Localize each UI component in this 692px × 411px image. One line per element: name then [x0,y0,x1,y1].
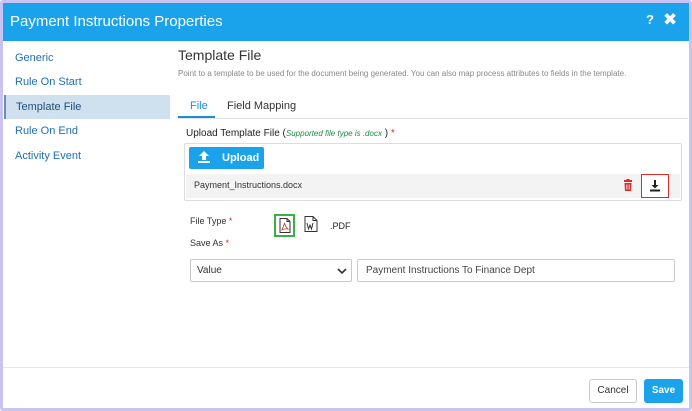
download-button[interactable] [641,174,669,198]
tab-file[interactable]: File [190,100,208,112]
file-name: Payment_Instructions.docx [194,180,303,190]
chevron-down-icon [337,268,347,275]
upload-label-text: Upload Template File [186,128,280,139]
sidebar-item-generic[interactable]: Generic [4,46,170,70]
file-type-label-text: File Type [190,216,227,226]
save-as-select-value: Value [197,265,222,276]
dialog-footer [3,367,689,408]
required-mark: * [228,216,233,226]
upload-hint: Supported file type is .docx [285,129,382,138]
uploaded-file-row: Payment_Instructions.docx [186,174,680,198]
download-icon [650,180,660,192]
pdf-icon [279,218,291,233]
word-icon[interactable] [304,216,318,232]
save-as-label-text: Save As [190,238,224,248]
page-description: Point to a template to be used for the d… [178,69,627,78]
page-title: Template File [178,47,262,63]
sidebar-item-rule-on-start[interactable]: Rule On Start [4,70,170,94]
upload-button[interactable]: Upload [189,147,264,169]
upload-icon [198,151,210,163]
active-tab-indicator [178,116,215,118]
close-icon[interactable]: ✖ [663,10,677,30]
sidebar: Generic Rule On Start Template File Rule… [3,41,171,367]
required-mark: * [225,238,230,248]
save-button[interactable]: Save [644,379,683,403]
dialog-titlebar: Payment Instructions Properties ? ✖ [3,3,689,41]
save-as-label: Save As * [190,238,229,248]
file-type-label: File Type * [190,216,232,226]
sidebar-item-rule-on-end[interactable]: Rule On End [4,119,170,143]
help-icon[interactable]: ? [646,12,654,27]
properties-dialog: Payment Instructions Properties ? ✖ Gene… [0,0,692,411]
upload-panel: Upload Payment_Instructions.docx [184,143,682,201]
save-as-select[interactable]: Value [190,259,352,282]
sidebar-item-activity-event[interactable]: Activity Event [4,144,170,168]
file-type-value: .PDF [330,221,351,231]
upload-button-label: Upload [222,152,260,164]
upload-template-label: Upload Template File (Supported file typ… [186,128,395,139]
upload-hint-close: ) [384,128,389,139]
sidebar-item-template-file[interactable]: Template File [4,95,170,119]
save-as-input[interactable]: Payment Instructions To Finance Dept [357,259,675,282]
tab-field-mapping[interactable]: Field Mapping [227,100,296,112]
tab-bar: File Field Mapping [178,93,688,119]
cancel-button[interactable]: Cancel [589,379,637,403]
pdf-type-option[interactable] [274,214,295,237]
required-mark: * [390,128,395,139]
dialog-title: Payment Instructions Properties [10,13,223,30]
trash-icon[interactable] [622,179,634,192]
save-as-input-value: Payment Instructions To Finance Dept [366,265,535,276]
